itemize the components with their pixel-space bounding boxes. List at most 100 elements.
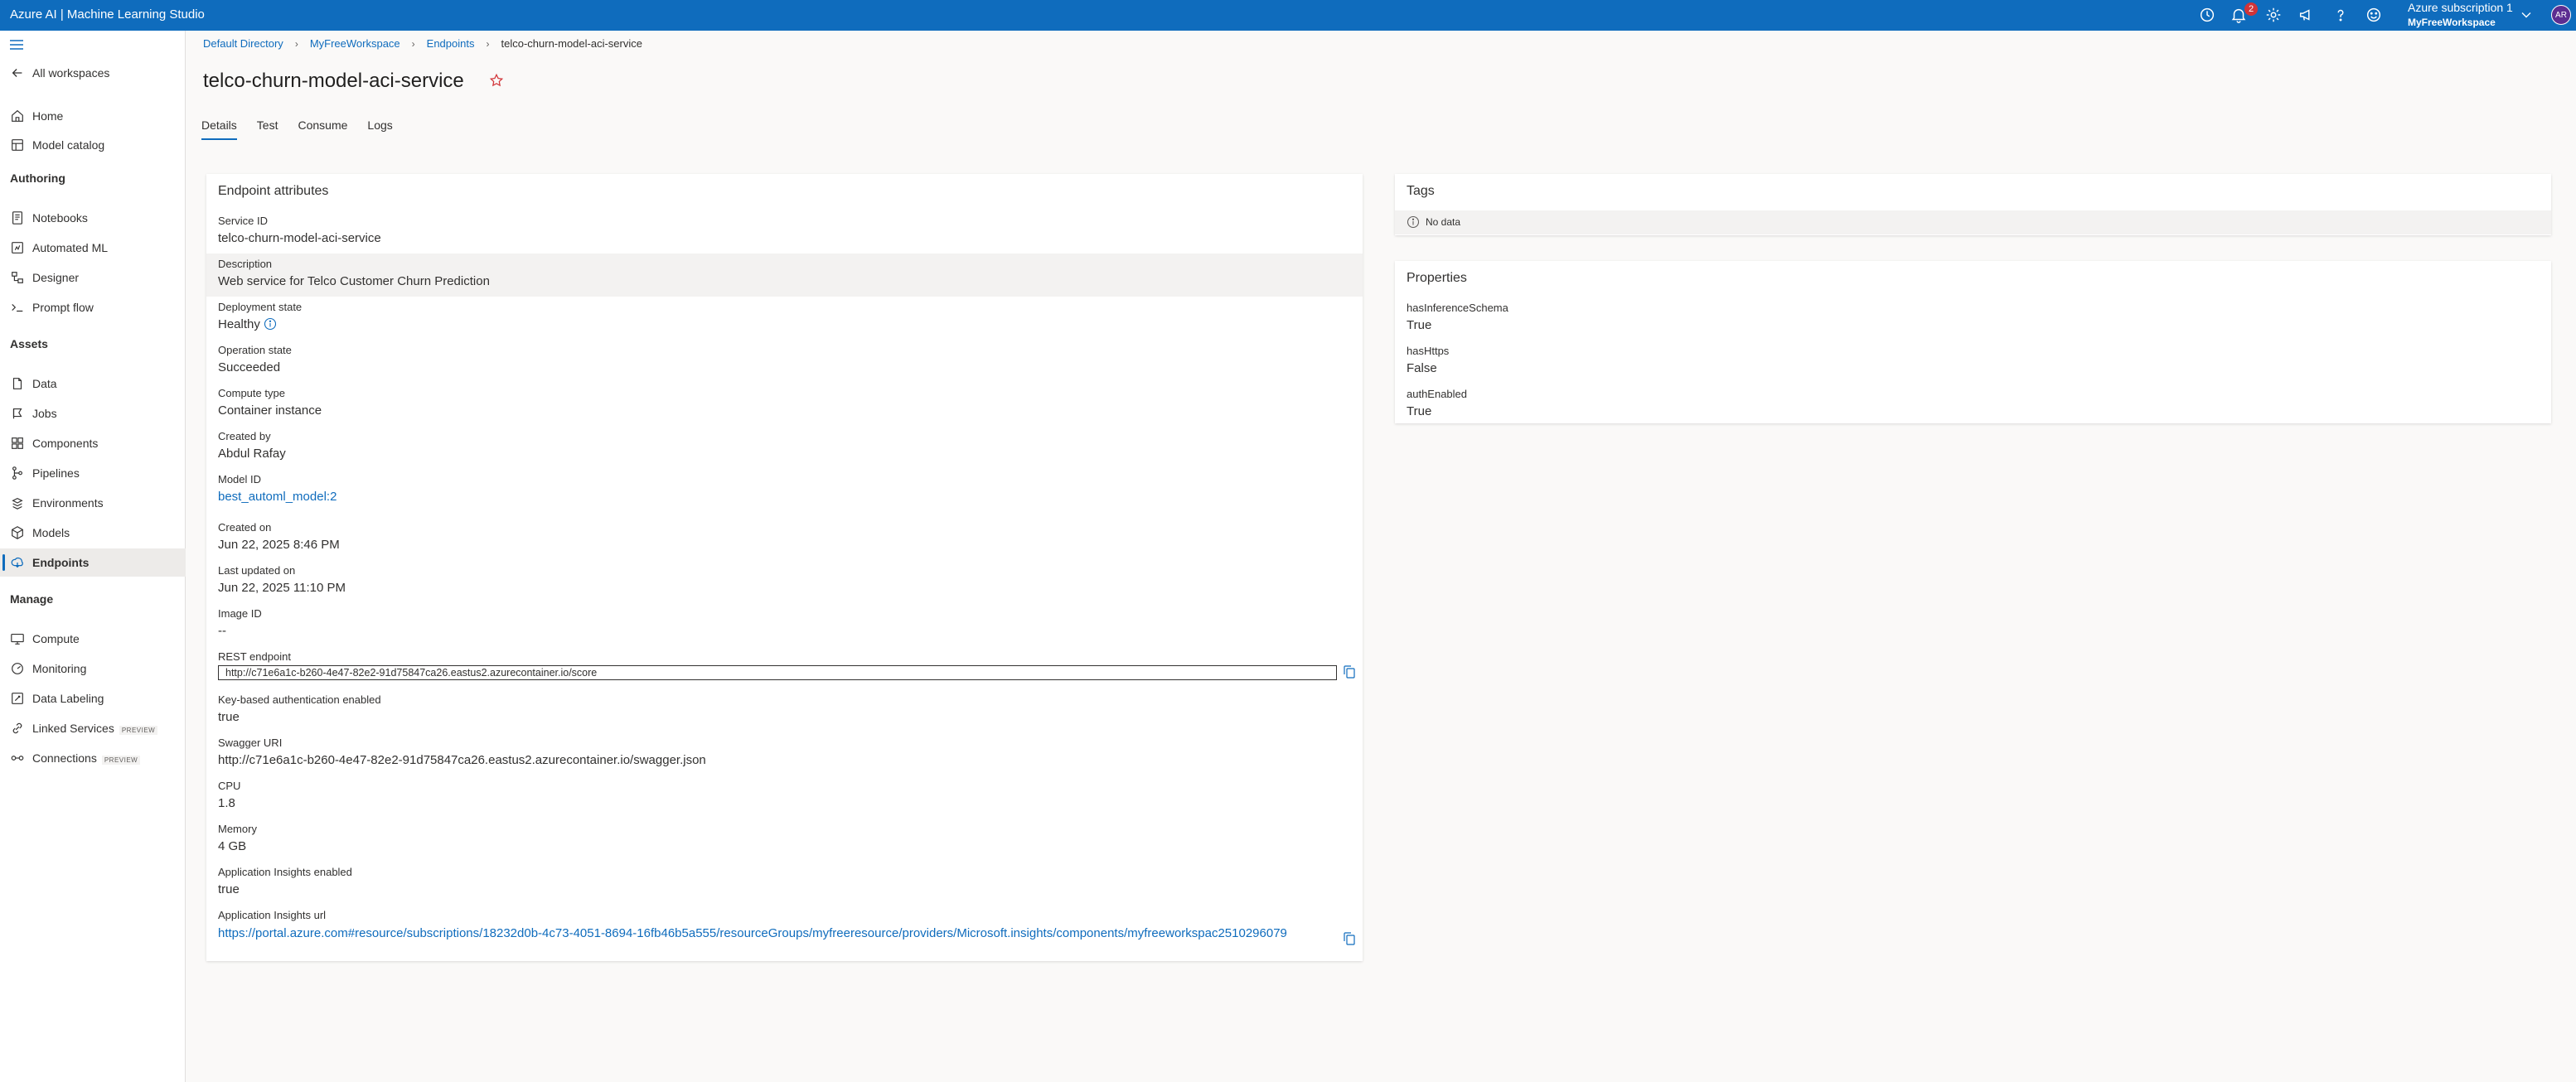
copy-icon[interactable] [1342, 664, 1357, 679]
notebook-icon [10, 210, 25, 225]
prop-label: hasInferenceSchema [1407, 302, 1508, 314]
sidebar-item-components[interactable]: Components [0, 429, 186, 457]
preview-tag: PREVIEW [119, 726, 158, 735]
attr-swagger-uri: Swagger URI http://c71e6a1c-b260-4e47-82… [206, 732, 1363, 775]
card-title: Tags [1407, 184, 1435, 198]
sidebar-item-connections[interactable]: Connections PREVIEW [0, 744, 186, 772]
pipelines-icon [10, 466, 25, 481]
tab-details[interactable]: Details [201, 118, 237, 140]
arrow-left-icon [10, 65, 25, 80]
attr-label: Last updated on [218, 564, 296, 577]
prop-value: True [1407, 318, 1432, 332]
back-to-all-workspaces[interactable]: All workspaces [0, 59, 186, 87]
breadcrumb-default-directory[interactable]: Default Directory [203, 37, 283, 50]
section-authoring: Authoring [10, 171, 65, 185]
history-icon[interactable] [2198, 6, 2216, 24]
labeling-icon [10, 691, 25, 706]
attr-app-insights-enabled: Application Insights enabled true [206, 862, 1363, 905]
sidebar-item-prompt-flow[interactable]: Prompt flow [0, 293, 186, 321]
attr-value: Web service for Telco Customer Churn Pre… [218, 274, 490, 288]
sidebar-item-label: Monitoring [32, 662, 87, 675]
models-icon [10, 525, 25, 540]
attr-value: Abdul Rafay [218, 447, 286, 461]
attr-key-auth: Key-based authentication enabled true [206, 689, 1363, 732]
subscription-name[interactable]: Azure subscription 1 [2408, 1, 2513, 14]
monitoring-icon [10, 661, 25, 676]
no-data-text: No data [1426, 216, 1461, 228]
sidebar-item-notebooks[interactable]: Notebooks [0, 204, 186, 232]
app-insights-url-link[interactable]: https://portal.azure.com#resource/subscr… [218, 925, 1337, 942]
prompt-flow-icon [10, 300, 25, 315]
prop-value: False [1407, 361, 1437, 375]
tab-consume[interactable]: Consume [298, 118, 347, 140]
tab-logs[interactable]: Logs [367, 118, 392, 140]
copy-icon[interactable] [1342, 931, 1357, 946]
attr-label: Image ID [218, 607, 262, 620]
attr-created-by: Created by Abdul Rafay [206, 426, 1363, 469]
attr-label: Model ID [218, 473, 262, 485]
sidebar-item-label: Components [32, 437, 99, 450]
properties-card: Properties hasInferenceSchema True hasHt… [1395, 261, 2551, 423]
feedback-smiley-icon[interactable] [2365, 6, 2383, 24]
attr-label: Description [218, 258, 273, 270]
tab-test[interactable]: Test [257, 118, 278, 140]
app-title[interactable]: Azure AI | Machine Learning Studio [10, 7, 205, 22]
gear-icon[interactable] [2264, 6, 2283, 24]
sidebar-item-label: Endpoints [32, 556, 90, 569]
prop-has-inference-schema: hasInferenceSchema True [1395, 297, 2551, 341]
sidebar-item-jobs[interactable]: Jobs [0, 399, 186, 427]
megaphone-icon[interactable] [2298, 6, 2316, 24]
favorite-star-icon[interactable] [489, 73, 504, 88]
workspace-name[interactable]: MyFreeWorkspace [2408, 17, 2496, 28]
sidebar-item-pipelines[interactable]: Pipelines [0, 459, 186, 487]
sidebar-item-label: Connections PREVIEW [32, 751, 141, 765]
sidebar-item-automated-ml[interactable]: Automated ML [0, 234, 186, 262]
attr-value: true [218, 882, 240, 896]
sidebar-item-model-catalog[interactable]: Model catalog [0, 131, 186, 159]
rest-endpoint-field[interactable]: http://c71e6a1c-b260-4e47-82e2-91d75847c… [218, 665, 1337, 680]
card-title: Endpoint attributes [218, 184, 329, 198]
sidebar-item-designer[interactable]: Designer [0, 263, 186, 292]
sidebar-item-home[interactable]: Home [0, 102, 186, 130]
breadcrumb-workspace[interactable]: MyFreeWorkspace [310, 37, 400, 50]
attr-value: http://c71e6a1c-b260-4e47-82e2-91d75847c… [218, 753, 706, 767]
hamburger-menu-icon[interactable] [8, 36, 25, 53]
breadcrumb-endpoints[interactable]: Endpoints [427, 37, 475, 50]
chevron-down-icon[interactable] [2518, 7, 2535, 23]
sidebar-item-data[interactable]: Data [0, 370, 186, 398]
sidebar-item-endpoints[interactable]: Endpoints [0, 548, 186, 577]
attr-compute-type: Compute type Container instance [206, 383, 1363, 426]
info-icon [1407, 215, 1420, 229]
info-icon[interactable] [264, 317, 277, 331]
sidebar-item-data-labeling[interactable]: Data Labeling [0, 684, 186, 712]
help-icon[interactable] [2331, 6, 2350, 24]
sidebar-item-compute[interactable]: Compute [0, 625, 186, 653]
prop-value: True [1407, 404, 1432, 418]
attr-label: Deployment state [218, 301, 303, 313]
breadcrumb: Default Directory › MyFreeWorkspace › En… [203, 37, 642, 50]
avatar[interactable]: AR [2551, 5, 2571, 25]
sidebar-item-label: Environments [32, 496, 104, 510]
attr-image-id: Image ID -- [206, 603, 1363, 646]
endpoints-icon [10, 555, 25, 570]
sidebar-item-label: Compute [32, 632, 80, 645]
sidebar-item-models[interactable]: Models [0, 519, 186, 547]
model-id-link[interactable]: best_automl_model:2 [218, 490, 337, 504]
sidebar-item-monitoring[interactable]: Monitoring [0, 655, 186, 683]
attr-label: Memory [218, 823, 257, 835]
attr-label: Compute type [218, 387, 285, 399]
environments-icon [10, 495, 25, 510]
chevron-right-icon: › [294, 37, 298, 50]
sidebar-item-environments[interactable]: Environments [0, 489, 186, 517]
attr-label: Key-based authentication enabled [218, 693, 381, 706]
attr-app-insights-url: Application Insights url https://portal.… [206, 905, 1363, 959]
sidebar-item-linked-services[interactable]: Linked Services PREVIEW [0, 714, 186, 742]
prop-label: hasHttps [1407, 345, 1450, 357]
attr-description: Description Web service for Telco Custom… [206, 254, 1363, 297]
attr-service-id: Service ID telco-churn-model-aci-service [206, 210, 1363, 254]
attr-value: Succeeded [218, 360, 281, 374]
attr-label: Swagger URI [218, 737, 283, 749]
top-bar: Azure AI | Machine Learning Studio 2 Azu… [0, 0, 2576, 31]
section-manage: Manage [10, 592, 54, 606]
attr-value: Jun 22, 2025 11:10 PM [218, 581, 346, 595]
